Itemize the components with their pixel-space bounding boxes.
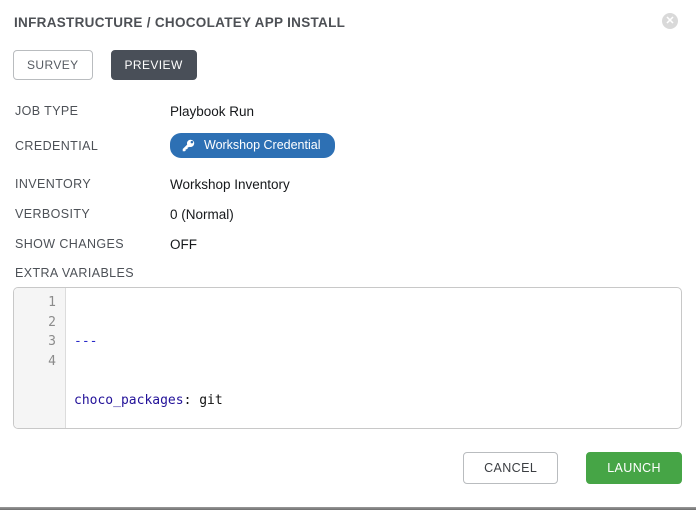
line-number: 3 — [14, 332, 56, 352]
job-details: JOB TYPE Playbook Run CREDENTIAL Worksho… — [15, 103, 696, 252]
row-show-changes: SHOW CHANGES OFF — [15, 236, 696, 252]
credential-label: CREDENTIAL — [15, 139, 170, 153]
row-verbosity: VERBOSITY 0 (Normal) — [15, 206, 696, 222]
key-icon — [182, 139, 195, 152]
editor-line-number-gutter: 1 2 3 4 — [14, 288, 66, 428]
code-line-2: choco_packages: git — [74, 391, 681, 411]
inventory-label: INVENTORY — [15, 177, 170, 191]
line-number: 1 — [14, 293, 56, 313]
row-job-type: JOB TYPE Playbook Run — [15, 103, 696, 119]
extra-variables-editor[interactable]: 1 2 3 4 --- choco_packages: git app_stat… — [13, 287, 682, 429]
show-changes-label: SHOW CHANGES — [15, 237, 170, 251]
line-number: 4 — [14, 352, 56, 372]
extra-variables-label: EXTRA VARIABLES — [15, 266, 696, 280]
modal-header: INFRASTRUCTURE / CHOCOLATEY APP INSTALL — [0, 0, 696, 30]
modal-title: INFRASTRUCTURE / CHOCOLATEY APP INSTALL — [14, 15, 682, 30]
tab-survey[interactable]: SURVEY — [13, 50, 93, 80]
yaml-plain: : git — [184, 393, 223, 408]
modal-footer: CANCEL LAUNCH — [463, 452, 682, 484]
row-credential: CREDENTIAL Workshop Credential — [15, 133, 696, 158]
job-type-label: JOB TYPE — [15, 104, 170, 118]
yaml-doc-separator: --- — [74, 334, 97, 349]
job-launch-preview-modal: INFRASTRUCTURE / CHOCOLATEY APP INSTALL … — [0, 0, 696, 515]
verbosity-label: VERBOSITY — [15, 207, 170, 221]
row-inventory: INVENTORY Workshop Inventory — [15, 176, 696, 192]
credential-badge-label: Workshop Credential — [204, 138, 321, 152]
code-line-1: --- — [74, 332, 681, 352]
verbosity-value: 0 (Normal) — [170, 207, 234, 222]
tab-bar: SURVEY PREVIEW — [13, 50, 696, 80]
yaml-key: choco_packages — [74, 393, 184, 408]
editor-code-area[interactable]: --- choco_packages: git app_state: prese… — [66, 288, 681, 428]
close-icon[interactable]: ✕ — [662, 13, 678, 29]
inventory-value: Workshop Inventory — [170, 177, 290, 192]
page-bottom-edge — [0, 507, 696, 510]
show-changes-value: OFF — [170, 237, 197, 252]
cancel-button[interactable]: CANCEL — [463, 452, 558, 484]
credential-badge[interactable]: Workshop Credential — [170, 133, 335, 158]
tab-preview[interactable]: PREVIEW — [111, 50, 197, 80]
job-type-value: Playbook Run — [170, 104, 254, 119]
launch-button[interactable]: LAUNCH — [586, 452, 682, 484]
line-number: 2 — [14, 313, 56, 333]
